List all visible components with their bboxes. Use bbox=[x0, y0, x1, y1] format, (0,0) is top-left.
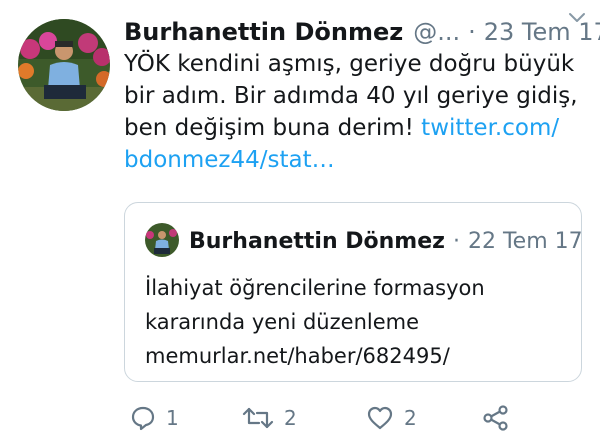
quoted-tweet-card[interactable]: Burhanettin Dönmez · 22 Tem 17 İlahiyat … bbox=[124, 202, 583, 382]
quoted-tweet-text: İlahiyat öğrencilerine formasyon kararın… bbox=[145, 271, 565, 373]
reply-count: 1 bbox=[166, 406, 179, 430]
reply-button[interactable]: 1 bbox=[130, 400, 179, 436]
share-icon bbox=[482, 404, 510, 432]
quoted-timestamp: 22 Tem 17 bbox=[467, 228, 583, 254]
tweet-link[interactable]: twitter.com/ bbox=[421, 115, 559, 141]
retweet-icon bbox=[242, 405, 274, 431]
separator-dot: · bbox=[468, 18, 476, 46]
author-handle[interactable]: @... bbox=[413, 18, 460, 46]
tweet-text-line: YÖK kendini aşmış, geriye doğru büyük bbox=[124, 51, 575, 77]
tweet-text: YÖK kendini aşmış, geriye doğru büyük bi… bbox=[124, 48, 584, 176]
tweet-actions: 1 2 2 bbox=[124, 400, 594, 436]
tweet-header: Burhanettin Dönmez @... · 23 Tem 17 bbox=[124, 14, 600, 50]
quoted-separator-dot: · bbox=[452, 228, 460, 254]
chevron-down-icon[interactable] bbox=[566, 6, 588, 32]
like-button[interactable]: 2 bbox=[366, 400, 417, 436]
quoted-avatar bbox=[145, 223, 179, 257]
retweet-button[interactable]: 2 bbox=[242, 400, 297, 436]
quoted-author-name: Burhanettin Dönmez bbox=[189, 228, 445, 254]
avatar[interactable] bbox=[18, 19, 110, 111]
tweet-text-line: bir adım. Bir adımda 40 yıl geriye gidiş… bbox=[124, 83, 578, 109]
share-button[interactable] bbox=[482, 400, 510, 436]
reply-icon bbox=[130, 405, 156, 431]
quoted-tweet-header: Burhanettin Dönmez · 22 Tem 17 bbox=[189, 223, 583, 259]
retweet-count: 2 bbox=[284, 406, 297, 430]
tweet-text-line: ben değişim buna derim! twitter.com/ bbox=[124, 112, 584, 144]
heart-icon bbox=[366, 405, 394, 431]
like-count: 2 bbox=[404, 406, 417, 430]
quoted-text-line: İlahiyat öğrencilerine formasyon bbox=[145, 276, 485, 300]
tweet-link-continued[interactable]: bdonmez44/stat… bbox=[124, 144, 584, 176]
author-name[interactable]: Burhanettin Dönmez bbox=[124, 18, 403, 46]
tweet-text-segment: ben değişim buna derim! bbox=[124, 115, 422, 141]
quoted-text-line: kararında yeni düzenleme bbox=[145, 310, 420, 334]
quoted-text-line: memurlar.net/haber/682495/ bbox=[145, 344, 450, 368]
